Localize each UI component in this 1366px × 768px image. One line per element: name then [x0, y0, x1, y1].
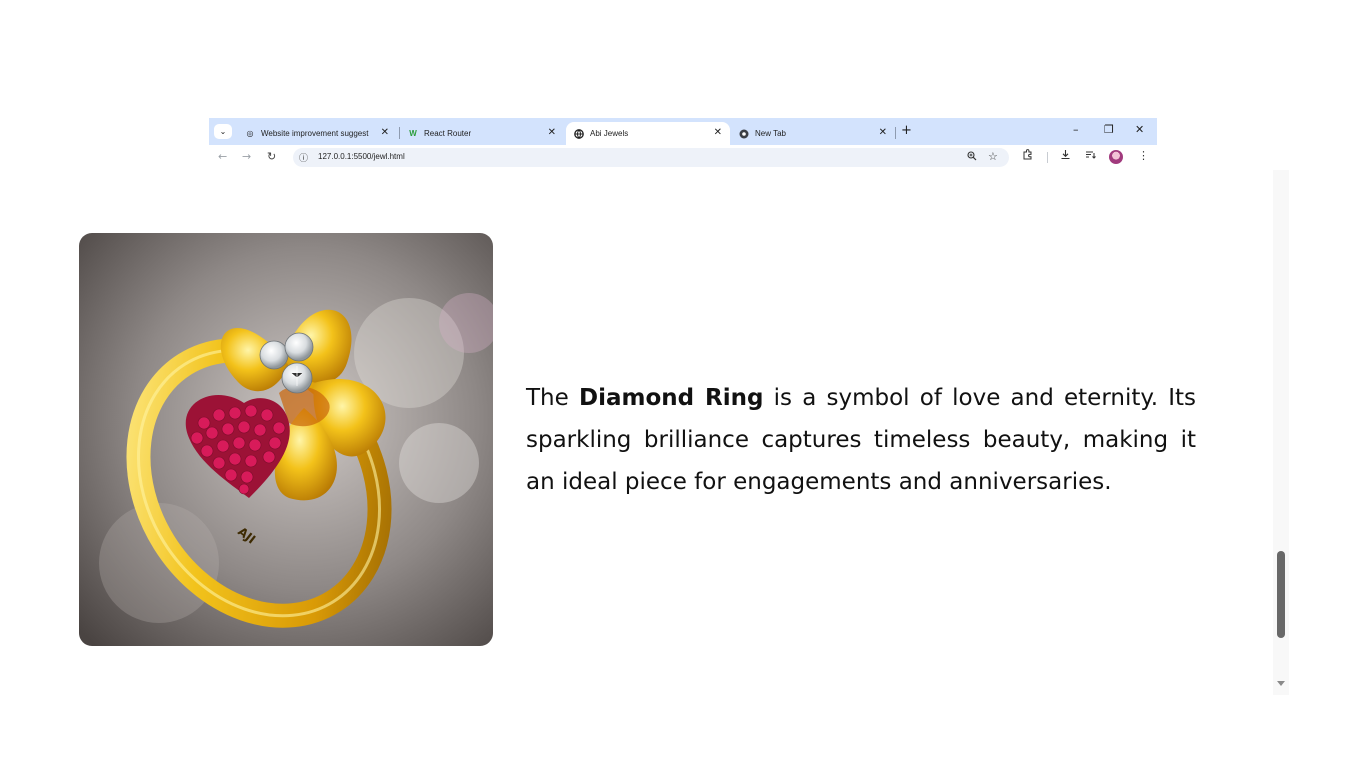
product-name: Diamond Ring	[578, 385, 764, 411]
reading-list-icon[interactable]	[1085, 149, 1096, 163]
forward-arrow-icon[interactable]: →	[242, 150, 251, 163]
browser-window: ⌄ ◎ Website improvement suggesti ✕ W Rea…	[209, 118, 1157, 170]
tab-abi-jewels[interactable]: Abi Jewels ✕	[566, 122, 730, 145]
close-icon[interactable]: ✕	[879, 127, 887, 139]
tab-website-improvement[interactable]: ◎ Website improvement suggesti ✕	[237, 122, 397, 145]
chrome-icon	[739, 129, 749, 139]
url-text[interactable]: 127.0.0.1:5500/jewl.html	[318, 152, 405, 161]
download-icon[interactable]	[1060, 149, 1071, 163]
toolbar-divider	[1047, 152, 1048, 163]
globe-icon	[574, 128, 584, 139]
restore-icon[interactable]: ❐	[1104, 123, 1114, 136]
scroll-down-arrow-icon[interactable]	[1277, 681, 1285, 686]
bookmark-star-icon[interactable]: ☆	[988, 150, 998, 163]
scrollbar-thumb[interactable]	[1277, 551, 1285, 638]
tab-title: Abi Jewels	[590, 129, 629, 138]
minimize-icon[interactable]: –	[1073, 123, 1079, 136]
site-info-icon[interactable]: ⓘ	[299, 151, 308, 164]
close-icon[interactable]: ✕	[381, 127, 389, 139]
react-router-icon: W	[409, 129, 417, 138]
browser-toolbar: ← → ↻ ⓘ 127.0.0.1:5500/jewl.html ☆ ⋮	[209, 145, 1157, 170]
product-image: AJI	[79, 233, 493, 646]
profile-avatar[interactable]	[1109, 150, 1123, 164]
new-tab-plus-icon[interactable]: +	[901, 123, 912, 138]
window-close-icon[interactable]: ✕	[1135, 123, 1144, 136]
tab-title: Website improvement suggesti	[261, 129, 369, 138]
tab-react-router[interactable]: W React Router ✕	[400, 122, 564, 145]
extensions-icon[interactable]	[1022, 149, 1033, 163]
description-prefix: The	[526, 385, 579, 411]
product-description: The Diamond Ring is a symbol of love and…	[526, 377, 1196, 503]
tab-strip: ⌄ ◎ Website improvement suggesti ✕ W Rea…	[209, 118, 1157, 145]
address-bar[interactable]: ⓘ 127.0.0.1:5500/jewl.html ☆	[293, 148, 1009, 167]
tab-search-icon[interactable]: ⌄	[214, 124, 232, 139]
ring-illustration: AJI	[79, 233, 493, 646]
zoom-icon[interactable]	[967, 151, 977, 164]
close-icon[interactable]: ✕	[548, 127, 556, 139]
tab-title: New Tab	[755, 129, 786, 138]
more-menu-icon[interactable]: ⋮	[1138, 149, 1149, 162]
tab-title: React Router	[424, 129, 472, 138]
back-arrow-icon[interactable]: ←	[218, 150, 227, 163]
tab-divider	[895, 127, 896, 139]
tab-new-tab[interactable]: New Tab ✕	[731, 122, 895, 145]
close-icon[interactable]: ✕	[714, 127, 722, 139]
reload-icon[interactable]: ↻	[267, 150, 276, 163]
chatgpt-icon: ◎	[246, 129, 254, 138]
